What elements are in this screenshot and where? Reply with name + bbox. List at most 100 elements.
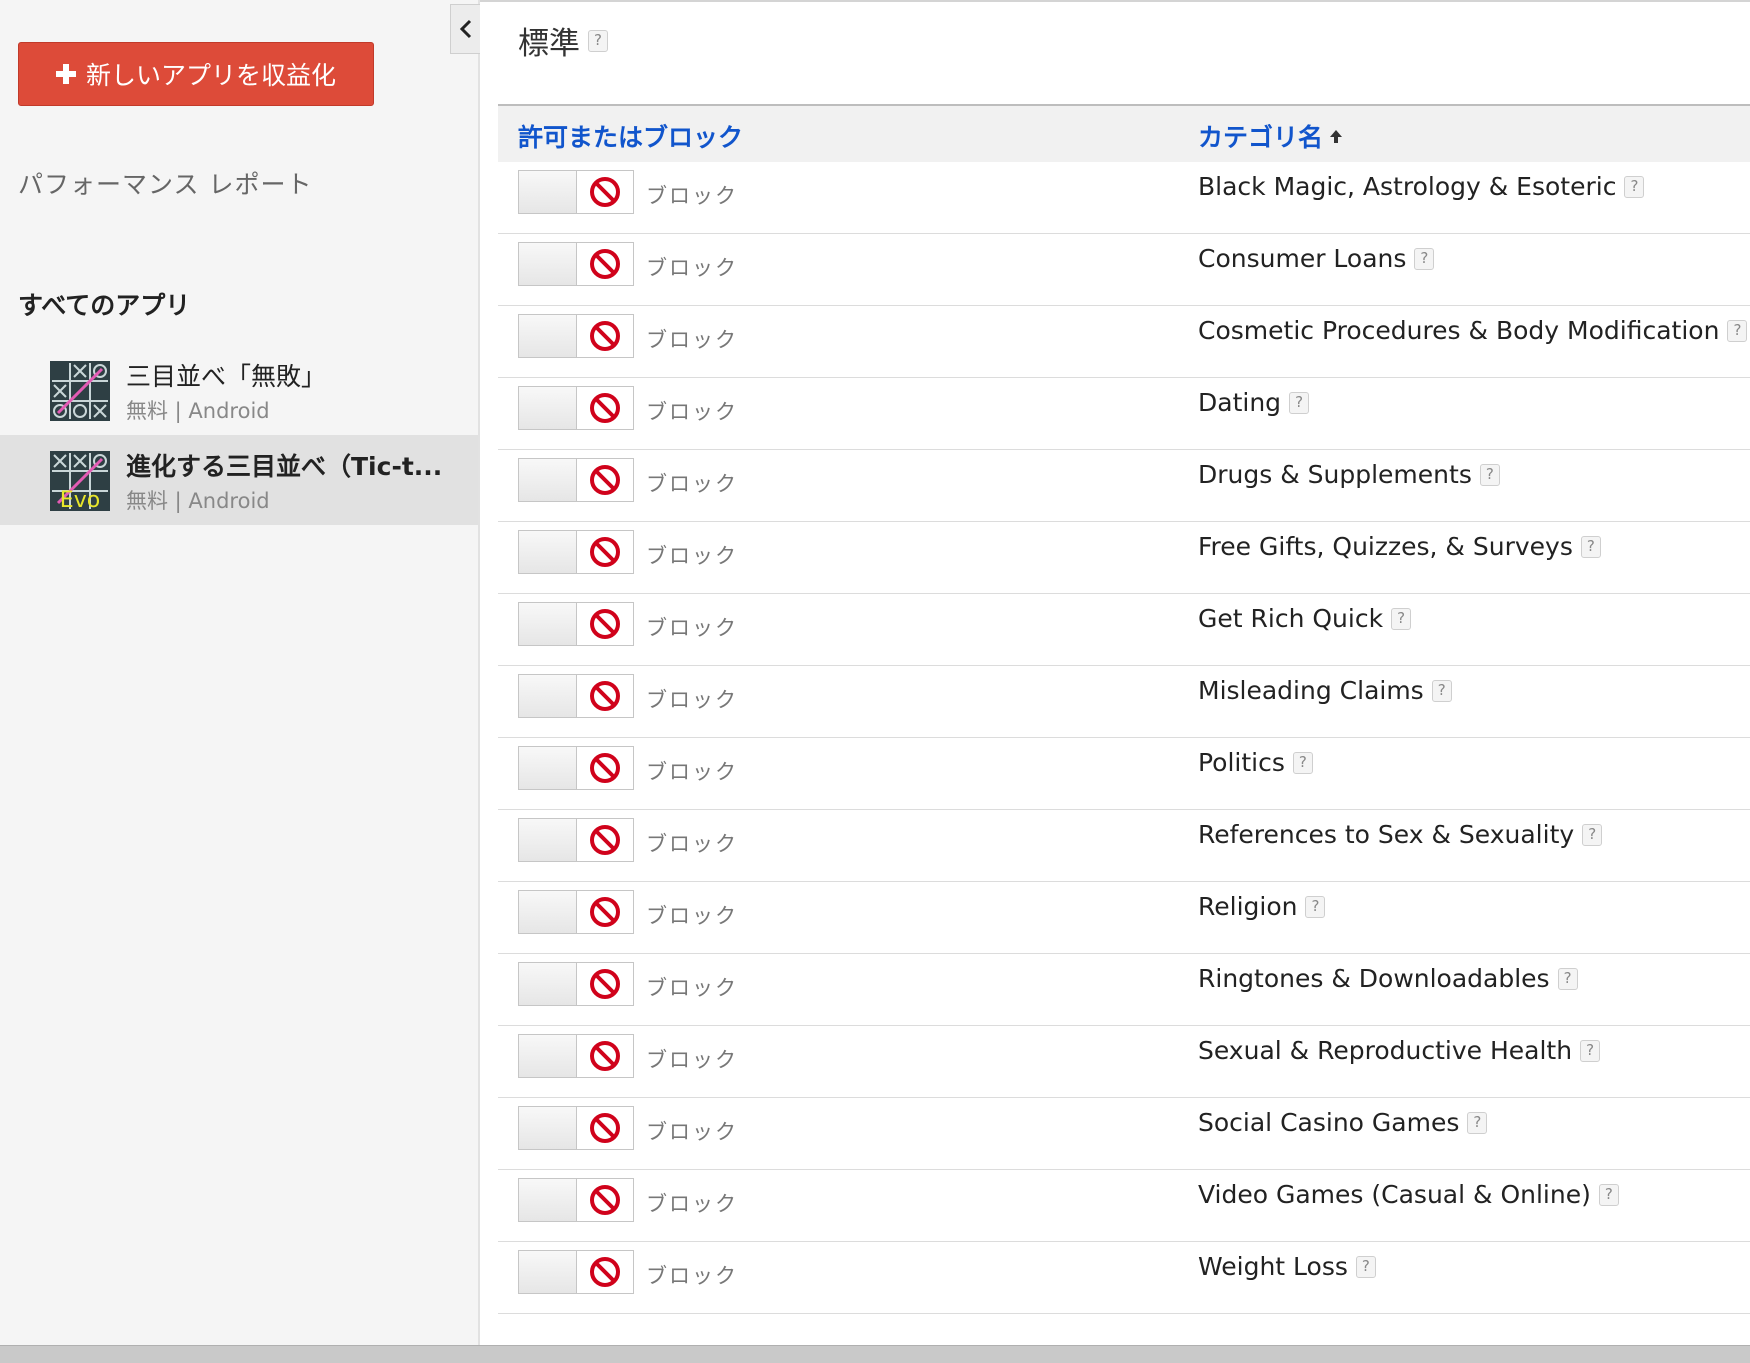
toggle-allow-side <box>519 747 577 789</box>
category-name: Misleading Claims ? <box>1198 676 1452 705</box>
help-icon[interactable]: ? <box>1582 823 1603 846</box>
block-status-label: ブロック <box>646 832 738 856</box>
category-name-text: Get Rich Quick <box>1198 604 1384 633</box>
allow-block-toggle[interactable] <box>518 818 634 862</box>
category-name-text: Dating <box>1198 388 1282 417</box>
allow-block-toggle[interactable] <box>518 1250 634 1294</box>
column-header-category-name[interactable]: カテゴリ名 <box>1198 118 1343 154</box>
toggle-block-side <box>577 747 633 789</box>
table-row: ブロック References to Sex & Sexuality ? <box>498 810 1750 882</box>
toggle-allow-side <box>519 1179 577 1221</box>
block-status-label: ブロック <box>646 976 738 1000</box>
help-icon[interactable]: ? <box>1355 1255 1376 1278</box>
table-body: ブロック Black Magic, Astrology & Esoteric ?… <box>498 162 1750 1314</box>
help-icon[interactable]: ? <box>1580 535 1601 558</box>
toggle-allow-side <box>519 819 577 861</box>
collapse-sidebar-button[interactable] <box>450 4 480 54</box>
allow-block-toggle[interactable] <box>518 458 634 502</box>
app-meta: 無料 | Android <box>126 489 270 513</box>
category-name: Social Casino Games ? <box>1198 1108 1488 1137</box>
block-icon <box>590 1185 620 1215</box>
category-name: Drugs & Supplements ? <box>1198 460 1500 489</box>
allow-block-toggle[interactable] <box>518 1178 634 1222</box>
allow-block-toggle[interactable] <box>518 242 634 286</box>
app-name: 進化する三目並べ（Tic-t... <box>126 452 443 481</box>
block-status-label: ブロック <box>646 544 738 568</box>
help-icon[interactable]: ? <box>1727 319 1748 342</box>
category-name: Religion ? <box>1198 892 1326 921</box>
block-icon <box>590 1257 620 1287</box>
category-name: Ringtones & Downloadables ? <box>1198 964 1578 993</box>
performance-report-link[interactable]: パフォーマンス レポート <box>18 165 312 201</box>
chevron-left-icon <box>459 19 471 39</box>
help-icon[interactable]: ? <box>588 29 608 52</box>
table-row: ブロック Cosmetic Procedures & Body Modifica… <box>498 306 1750 378</box>
section-title: 標準 ? <box>518 18 608 63</box>
category-name-text: Consumer Loans <box>1198 244 1407 273</box>
category-name-text: Drugs & Supplements <box>1198 460 1472 489</box>
allow-block-toggle[interactable] <box>518 530 634 574</box>
allow-block-toggle[interactable] <box>518 1106 634 1150</box>
allow-block-toggle[interactable] <box>518 1034 634 1078</box>
block-icon <box>590 465 620 495</box>
help-icon[interactable]: ? <box>1624 175 1645 198</box>
help-icon[interactable]: ? <box>1580 1039 1601 1062</box>
toggle-block-side <box>577 1107 633 1149</box>
category-name: Consumer Loans ? <box>1198 244 1435 273</box>
category-name: Weight Loss ? <box>1198 1252 1376 1281</box>
block-icon <box>590 1113 620 1143</box>
help-icon[interactable]: ? <box>1414 247 1435 270</box>
toggle-block-side <box>577 1035 633 1077</box>
toggle-block-side <box>577 459 633 501</box>
allow-block-toggle[interactable] <box>518 170 634 214</box>
bottom-scrollbar[interactable] <box>0 1345 1750 1363</box>
category-name-text: Social Casino Games <box>1198 1108 1460 1137</box>
allow-block-toggle[interactable] <box>518 890 634 934</box>
allow-block-toggle[interactable] <box>518 602 634 646</box>
toggle-allow-side <box>519 243 577 285</box>
allow-block-toggle[interactable] <box>518 314 634 358</box>
block-icon <box>590 609 620 639</box>
help-icon[interactable]: ? <box>1305 895 1326 918</box>
category-name-text: Weight Loss <box>1198 1252 1348 1281</box>
help-icon[interactable]: ? <box>1557 967 1578 990</box>
category-name: Get Rich Quick ? <box>1198 604 1412 633</box>
toggle-allow-side <box>519 1251 577 1293</box>
toggle-allow-side <box>519 603 577 645</box>
help-icon[interactable]: ? <box>1391 607 1412 630</box>
table-row: ブロック Consumer Loans ? <box>498 234 1750 306</box>
toggle-allow-side <box>519 1107 577 1149</box>
app-meta: 無料 | Android <box>126 399 270 423</box>
block-status-label: ブロック <box>646 1264 738 1288</box>
block-icon <box>590 969 620 999</box>
block-icon <box>590 321 620 351</box>
block-status-label: ブロック <box>646 1192 738 1216</box>
category-name: Black Magic, Astrology & Esoteric ? <box>1198 172 1645 201</box>
app-name: 三目並べ「無敗」 <box>126 362 327 391</box>
table-row: ブロック Video Games (Casual & Online) ? <box>498 1170 1750 1242</box>
monetize-new-app-button[interactable]: 新しいアプリを収益化 <box>18 42 374 106</box>
table-row: ブロック Misleading Claims ? <box>498 666 1750 738</box>
allow-block-toggle[interactable] <box>518 746 634 790</box>
allow-block-toggle[interactable] <box>518 962 634 1006</box>
block-status-label: ブロック <box>646 328 738 352</box>
toggle-block-side <box>577 1251 633 1293</box>
help-icon[interactable]: ? <box>1289 391 1310 414</box>
category-name-text: Misleading Claims <box>1198 676 1424 705</box>
help-icon[interactable]: ? <box>1467 1111 1488 1134</box>
help-icon[interactable]: ? <box>1598 1183 1619 1206</box>
allow-block-toggle[interactable] <box>518 674 634 718</box>
block-icon <box>590 825 620 855</box>
category-name-text: Cosmetic Procedures & Body Modification <box>1198 316 1720 345</box>
column-header-allow-block[interactable]: 許可またはブロック <box>518 118 743 154</box>
allow-block-toggle[interactable] <box>518 386 634 430</box>
block-icon <box>590 897 620 927</box>
help-icon[interactable]: ? <box>1292 751 1313 774</box>
help-icon[interactable]: ? <box>1431 679 1452 702</box>
app-list-item-selected[interactable]: Evo 進化する三目並べ（Tic-t... 無料 | Android <box>0 435 478 525</box>
category-table: 許可またはブロック カテゴリ名 ブロック Black Magic, Astrol… <box>498 104 1750 1314</box>
help-icon[interactable]: ? <box>1479 463 1500 486</box>
block-status-label: ブロック <box>646 256 738 280</box>
toggle-allow-side <box>519 315 577 357</box>
app-list-item[interactable]: 三目並べ「無敗」 無料 | Android <box>0 345 478 435</box>
